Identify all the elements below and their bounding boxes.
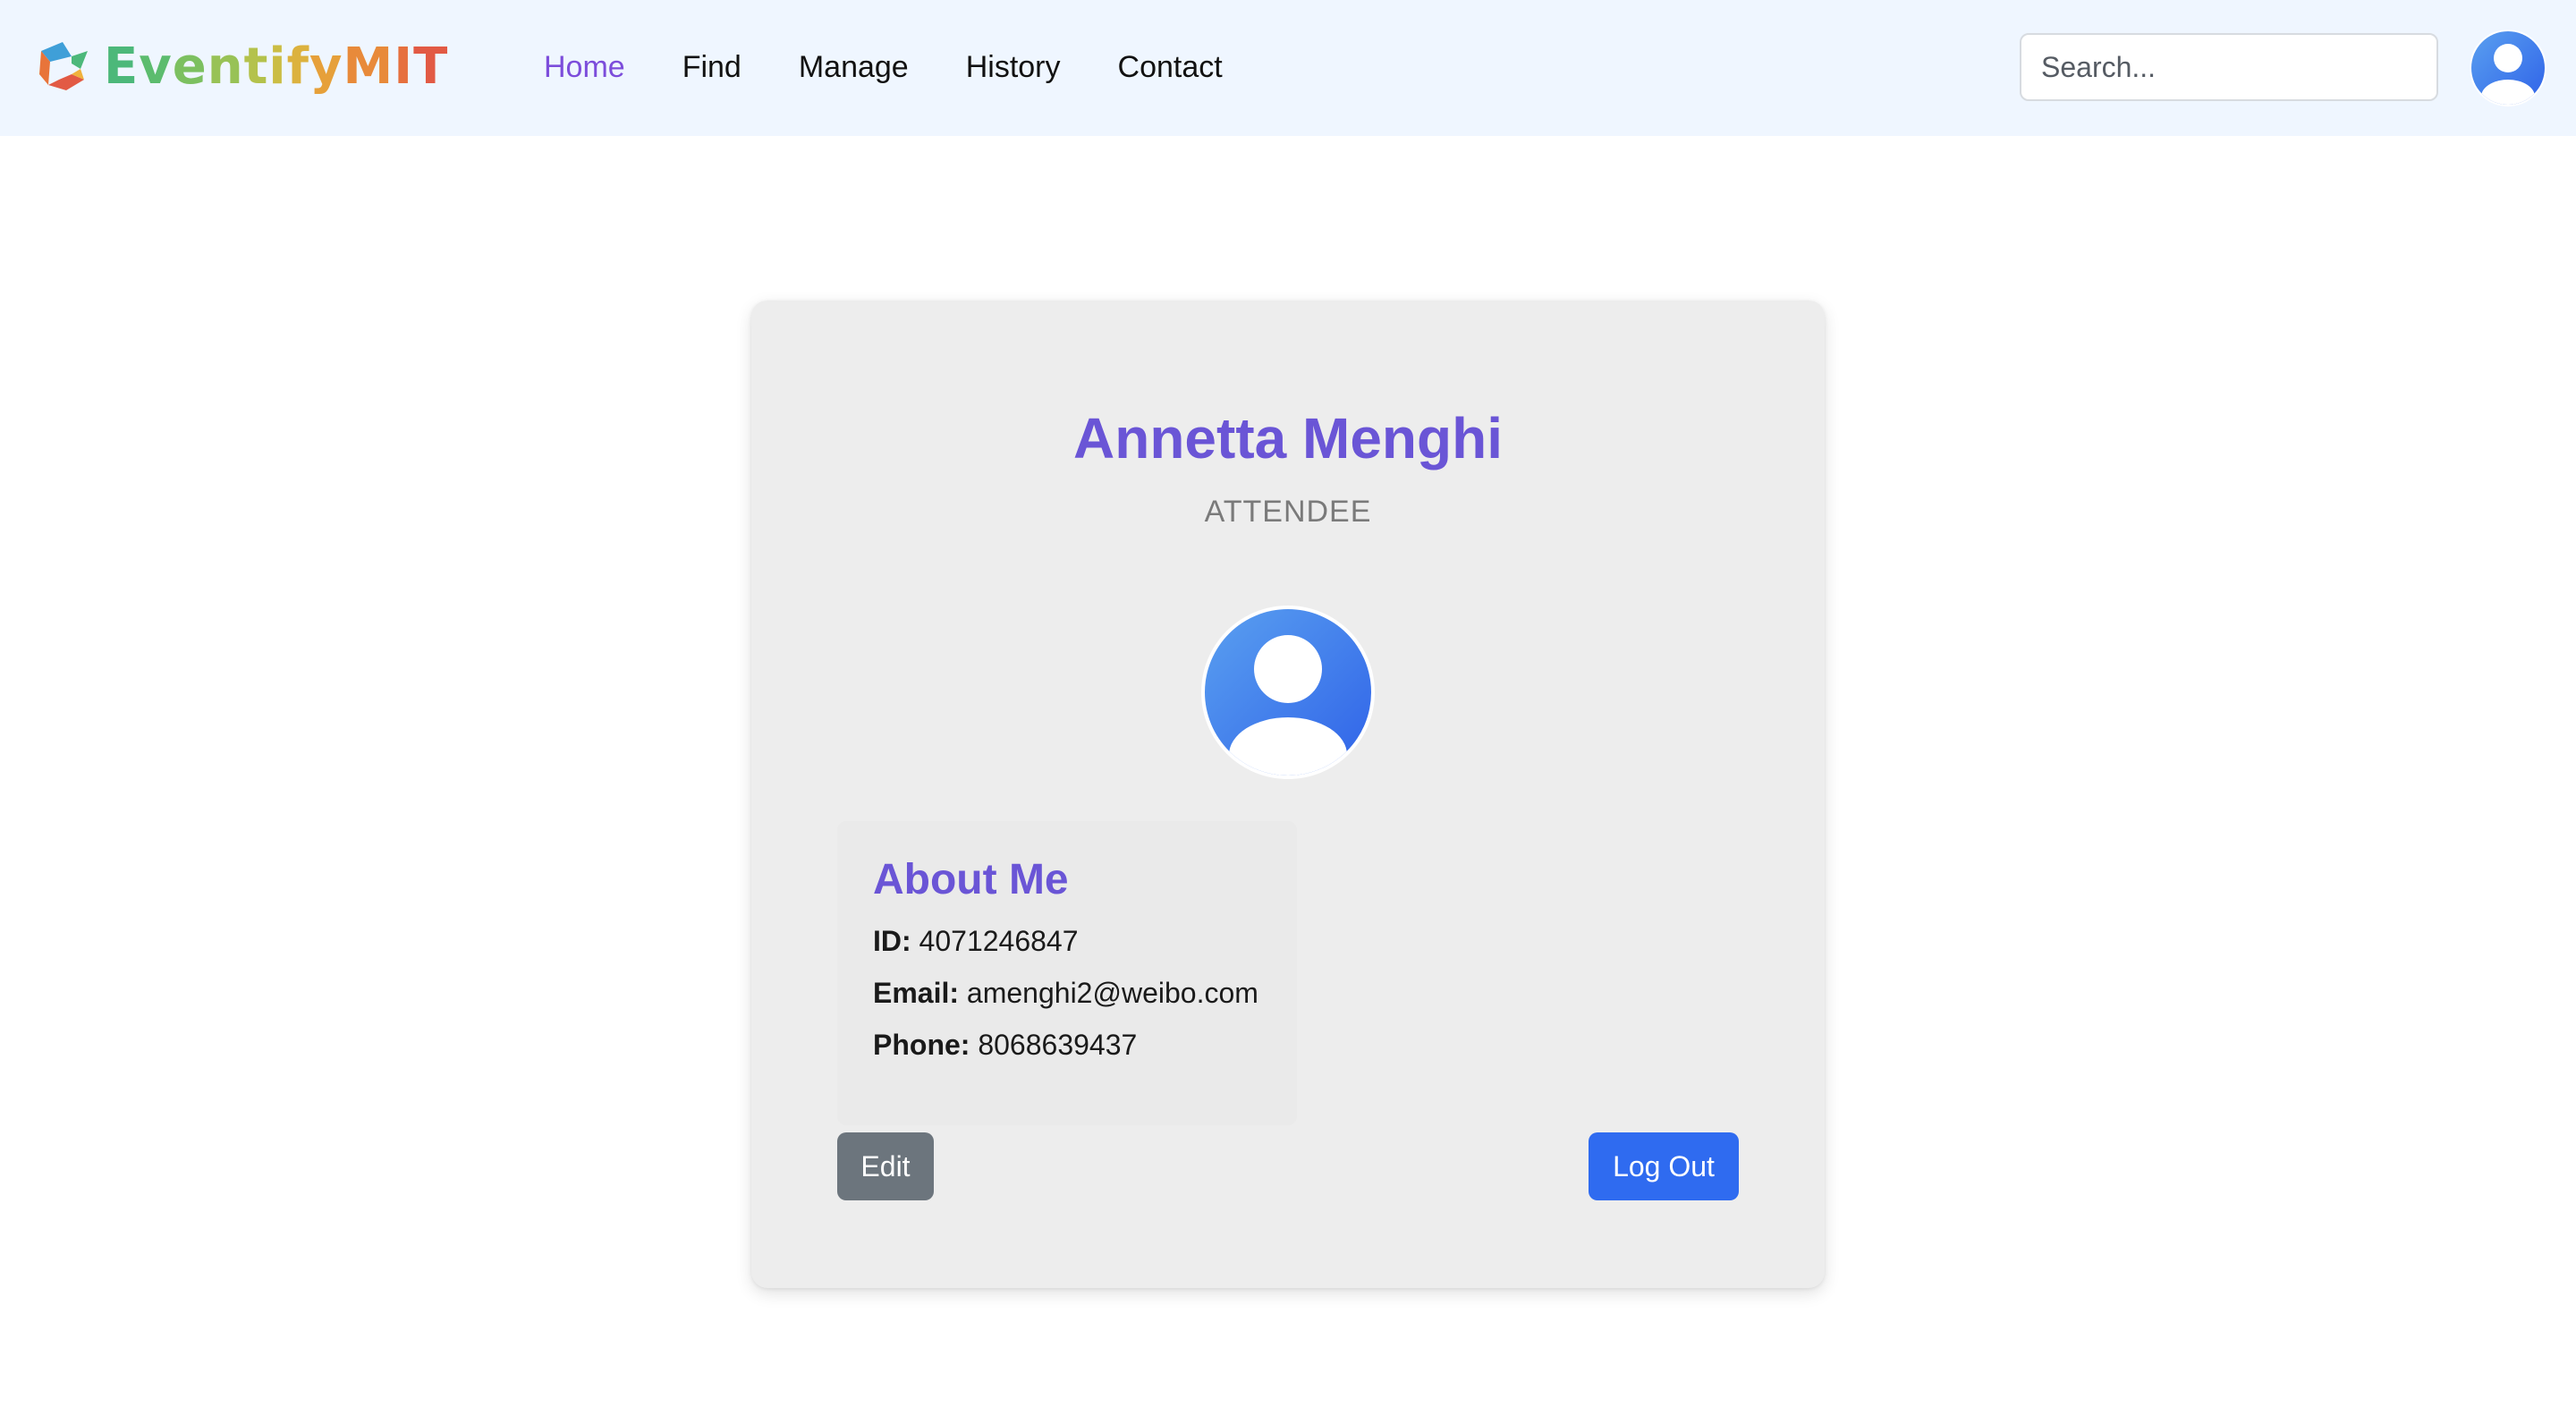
nav-manage-link[interactable]: Manage xyxy=(770,43,937,91)
brand-letter: M xyxy=(343,38,394,96)
id-label: ID: xyxy=(873,925,911,957)
search-input[interactable] xyxy=(2020,33,2438,101)
phone-value: 8068639437 xyxy=(978,1029,1138,1061)
brand-letter: E xyxy=(104,38,140,96)
eventify-logo-icon xyxy=(39,42,88,90)
user-avatar-icon[interactable] xyxy=(2469,29,2547,107)
brand-letter: y xyxy=(309,38,343,96)
nav-find-link[interactable]: Find xyxy=(654,43,770,91)
about-me-title: About Me xyxy=(873,856,1069,903)
nav-history-link[interactable]: History xyxy=(937,43,1089,91)
about-me-section: About Me ID: 4071246847 Email: amenghi2@… xyxy=(837,821,1297,1125)
main-nav: Home Find Manage History Contact xyxy=(515,43,1251,91)
id-value: 4071246847 xyxy=(919,925,1079,957)
logout-button[interactable]: Log Out xyxy=(1589,1132,1739,1200)
brand-letter: f xyxy=(286,38,309,96)
brand-letter: n xyxy=(207,38,244,96)
brand-name: EventifyMIT xyxy=(104,38,448,97)
nav-contact-link[interactable]: Contact xyxy=(1089,43,1251,91)
brand-letter: i xyxy=(268,38,287,96)
id-row: ID: 4071246847 xyxy=(873,921,1079,961)
profile-role: ATTENDEE xyxy=(1204,495,1372,529)
top-navbar: EventifyMIT Home Find Manage History Con… xyxy=(0,0,2576,136)
phone-row: Phone: 8068639437 xyxy=(873,1025,1137,1064)
brand-letter: I xyxy=(394,38,414,96)
brand-letter: t xyxy=(243,38,269,96)
brand-letter: e xyxy=(172,38,208,96)
brand-link[interactable]: EventifyMIT xyxy=(36,38,448,97)
edit-button[interactable]: Edit xyxy=(837,1132,934,1200)
brand-letter: v xyxy=(139,38,173,96)
profile-card: Annetta Menghi ATTENDEE About Me ID: 407… xyxy=(751,301,1825,1288)
email-value: amenghi2@weibo.com xyxy=(966,977,1258,1009)
user-avatar-icon xyxy=(1201,606,1375,779)
nav-home-link[interactable]: Home xyxy=(515,43,654,91)
email-row: Email: amenghi2@weibo.com xyxy=(873,973,1258,1013)
brand-letter: T xyxy=(413,38,449,96)
profile-name: Annetta Menghi xyxy=(1073,406,1503,470)
email-label: Email: xyxy=(873,977,960,1009)
phone-label: Phone: xyxy=(873,1029,970,1061)
